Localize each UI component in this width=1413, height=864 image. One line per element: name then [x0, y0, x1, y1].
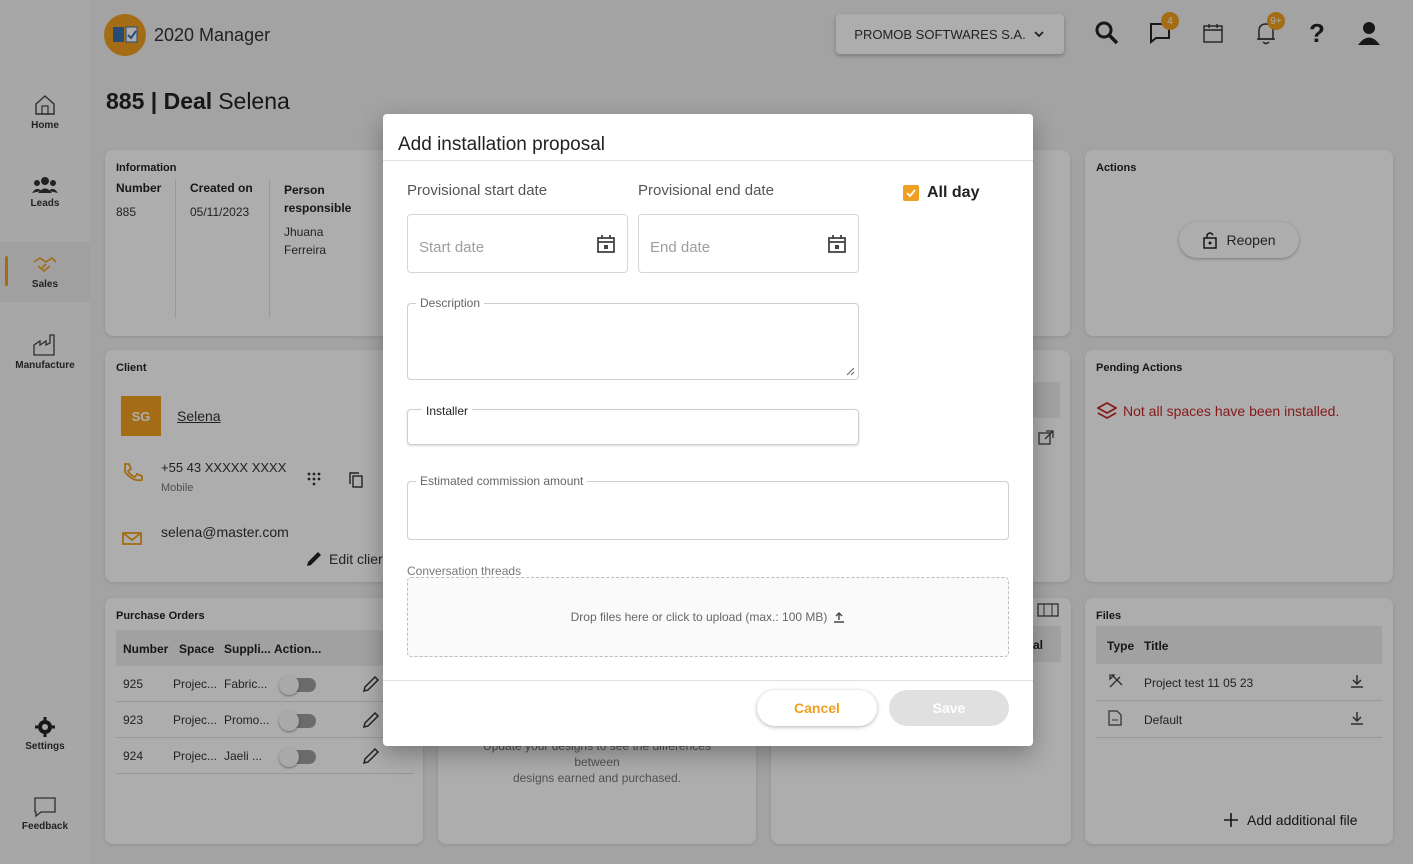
- save-button[interactable]: Save: [889, 690, 1009, 726]
- commission-amount-input[interactable]: Estimated commission amount: [407, 474, 1009, 540]
- start-date-input[interactable]: Start date: [407, 214, 628, 273]
- all-day-checkbox[interactable]: [903, 185, 919, 201]
- start-date-label: Provisional start date: [407, 182, 548, 199]
- cancel-button[interactable]: Cancel: [757, 690, 877, 726]
- calendar-icon[interactable]: [828, 235, 846, 253]
- installation-proposal-dialog: Add installation proposal Provisional st…: [383, 114, 1033, 746]
- commission-label: Estimated commission amount: [416, 474, 588, 488]
- conversation-threads-label: Conversation threads: [407, 564, 522, 578]
- calendar-icon[interactable]: [597, 235, 615, 253]
- installer-input[interactable]: Installer: [407, 404, 859, 445]
- dropzone-text: Drop files here or click to upload (max.…: [570, 610, 828, 624]
- upload-icon: [834, 612, 845, 623]
- installer-label: Installer: [422, 404, 473, 418]
- file-dropzone[interactable]: Drop files here or click to upload (max.…: [407, 577, 1009, 657]
- check-icon: [906, 189, 916, 198]
- dialog-divider: [383, 160, 1033, 161]
- end-date-input[interactable]: End date: [638, 214, 859, 273]
- dialog-divider: [383, 680, 1033, 681]
- description-label: Description: [416, 296, 485, 310]
- end-date-placeholder: End date: [650, 239, 711, 256]
- resize-handle-icon[interactable]: [845, 366, 855, 376]
- end-date-label: Provisional end date: [638, 182, 774, 199]
- description-textarea[interactable]: Description: [407, 296, 859, 380]
- dialog-title: Add installation proposal: [398, 134, 606, 155]
- all-day-label[interactable]: All day: [927, 184, 979, 202]
- start-date-placeholder: Start date: [419, 239, 485, 256]
